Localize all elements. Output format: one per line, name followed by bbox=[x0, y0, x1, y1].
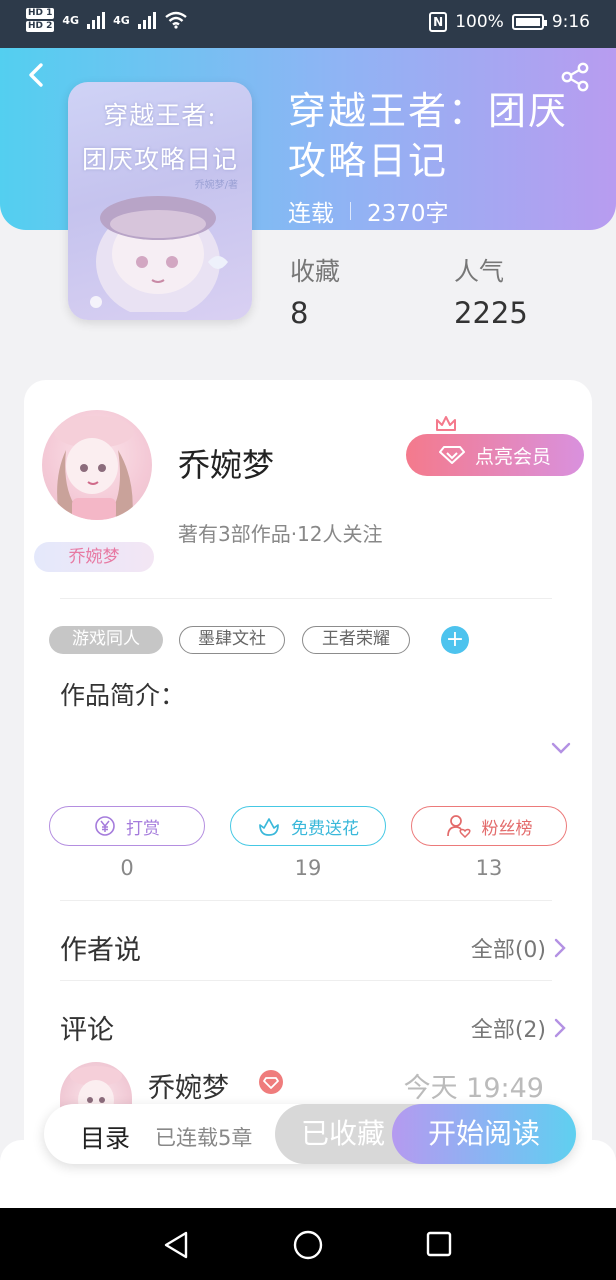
author-avatar[interactable] bbox=[42, 410, 152, 520]
signal-2-icon bbox=[137, 11, 156, 29]
clock: 9:16 bbox=[551, 12, 590, 32]
signal-1-icon bbox=[87, 11, 106, 29]
crown-icon bbox=[436, 416, 456, 431]
network-1-label: 4G bbox=[62, 13, 80, 27]
network-2-label: 4G bbox=[113, 13, 130, 27]
chevron-right-icon bbox=[554, 938, 566, 958]
comment-time: 今天 19:49 bbox=[403, 1073, 544, 1104]
nav-back-icon[interactable] bbox=[162, 1230, 190, 1260]
nfc-icon: N bbox=[429, 12, 448, 32]
table-of-contents-button[interactable]: 目录 bbox=[80, 1119, 130, 1155]
author-says-title: 作者说 bbox=[60, 935, 141, 966]
fan-count: 13 bbox=[475, 856, 503, 880]
status-bar: HD 1 HD 2 4G 4G N 100% 9:16 bbox=[0, 0, 616, 48]
cover-title-line1: 穿越王者: bbox=[103, 101, 217, 130]
divider-3 bbox=[60, 980, 552, 981]
book-title: 穿越王者：团厌攻略日记 bbox=[288, 89, 569, 183]
chevron-down-icon[interactable] bbox=[550, 740, 572, 756]
book-cover[interactable]: 穿越王者: 团厌攻略日记 乔婉梦/著 bbox=[68, 82, 252, 320]
comments-all-label: 全部(2) bbox=[470, 1018, 546, 1043]
battery-percent: 100% bbox=[455, 12, 504, 32]
tag-publisher[interactable]: 墨肆文社 bbox=[179, 626, 285, 654]
author-meta: 著有3部作品·12人关注 bbox=[178, 522, 383, 546]
author-avatar-badge: 乔婉梦 bbox=[34, 542, 154, 572]
reward-count: 0 bbox=[120, 856, 134, 880]
comment-author-name[interactable]: 乔婉梦 bbox=[148, 1066, 229, 1105]
popularity-label: 人气 bbox=[454, 257, 505, 286]
flower-icon bbox=[259, 818, 279, 836]
reward-button[interactable]: 打赏 bbox=[49, 806, 205, 846]
divider-1 bbox=[60, 598, 552, 599]
fan-ranking-button[interactable]: 粉丝榜 bbox=[411, 806, 567, 846]
status-left: HD 1 HD 2 4G 4G bbox=[26, 8, 188, 32]
vip-diamond-icon bbox=[259, 1070, 283, 1094]
send-flower-button[interactable]: 免费送花 bbox=[230, 806, 386, 846]
cover-illustration bbox=[90, 196, 228, 312]
chapter-count: 已连载5章 bbox=[155, 1126, 253, 1150]
wifi-icon bbox=[165, 11, 187, 29]
nav-recents-icon[interactable] bbox=[425, 1230, 453, 1258]
word-count: 2370字 bbox=[367, 201, 449, 227]
unlock-vip-button[interactable]: 点亮会员 bbox=[406, 434, 584, 476]
serial-status: 连载 bbox=[288, 201, 334, 227]
add-tag-button[interactable]: + bbox=[441, 626, 469, 654]
avatar-illustration bbox=[54, 416, 134, 520]
reward-label: 打赏 bbox=[126, 818, 160, 839]
back-arrow-icon[interactable] bbox=[22, 60, 52, 90]
comments-all-link[interactable]: 全部(2) bbox=[471, 1012, 566, 1044]
hd-indicators: HD 1 HD 2 bbox=[26, 8, 55, 32]
divider-2 bbox=[60, 900, 552, 901]
tag-honor-of-kings[interactable]: 王者荣耀 bbox=[302, 626, 410, 654]
yen-icon bbox=[95, 816, 115, 836]
intro-label: 作品简介： bbox=[60, 681, 186, 710]
favorites-count: 8 bbox=[290, 296, 309, 330]
fan-icon bbox=[446, 815, 471, 838]
cover-title-line2: 团厌攻略日记 bbox=[81, 145, 238, 174]
author-says-all-label: 全部(0) bbox=[470, 938, 546, 963]
status-divider bbox=[350, 202, 351, 220]
book-status-row: 连载 2370字 bbox=[288, 194, 449, 228]
comments-title: 评论 bbox=[60, 1015, 114, 1046]
cover-author: 乔婉梦/著 bbox=[194, 180, 238, 191]
fan-ranking-label: 粉丝榜 bbox=[481, 818, 533, 839]
nav-home-icon[interactable] bbox=[292, 1229, 324, 1261]
chevron-right-icon bbox=[554, 1018, 566, 1038]
flower-count: 19 bbox=[294, 856, 322, 880]
system-nav-bar bbox=[0, 1208, 616, 1280]
battery-icon bbox=[511, 14, 547, 30]
start-reading-button[interactable]: 开始阅读 bbox=[392, 1104, 576, 1164]
author-name[interactable]: 乔婉梦 bbox=[178, 440, 274, 486]
vip-button-label: 点亮会员 bbox=[474, 445, 551, 468]
send-flower-label: 免费送花 bbox=[291, 818, 359, 839]
favorites-label: 收藏 bbox=[290, 257, 341, 286]
hd1-badge: HD 1 bbox=[26, 8, 55, 19]
hd2-badge: HD 2 bbox=[26, 21, 55, 32]
popularity-count: 2225 bbox=[454, 296, 528, 330]
tag-game-fanfic[interactable]: 游戏同人 bbox=[49, 626, 163, 654]
author-says-all-link[interactable]: 全部(0) bbox=[471, 932, 566, 964]
diamond-icon bbox=[438, 446, 465, 464]
status-right: N 100% 9:16 bbox=[429, 12, 590, 32]
